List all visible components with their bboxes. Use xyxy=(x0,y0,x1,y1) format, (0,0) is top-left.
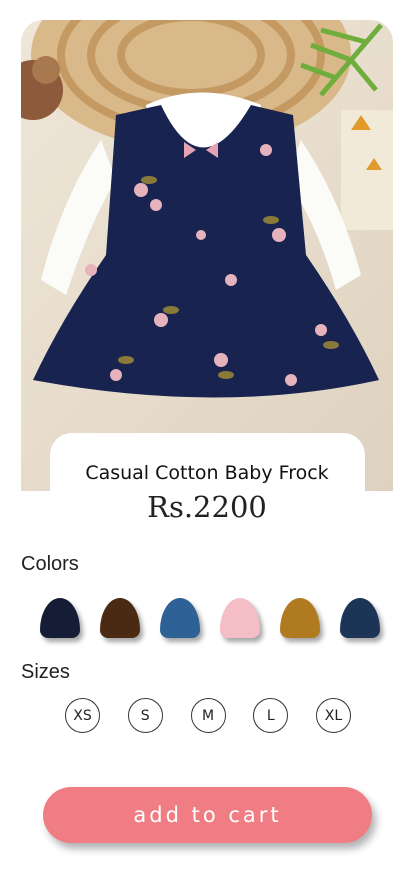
product-title: Casual Cotton Baby Frock xyxy=(85,462,329,484)
sizes-heading: Sizes xyxy=(21,661,70,683)
size-option-s[interactable]: S xyxy=(127,698,163,733)
size-option-l[interactable]: L xyxy=(253,698,289,733)
colors-heading: Colors xyxy=(21,553,79,575)
color-swatch[interactable] xyxy=(160,598,200,638)
color-swatch[interactable] xyxy=(340,598,380,638)
color-swatch-list xyxy=(40,598,380,642)
product-image xyxy=(21,20,393,491)
color-swatch[interactable] xyxy=(280,598,320,638)
size-option-m[interactable]: M xyxy=(190,698,226,733)
add-to-cart-button[interactable]: add to cart xyxy=(43,787,372,843)
size-option-xl[interactable]: XL xyxy=(316,698,351,733)
baby-frock-photo xyxy=(21,20,393,398)
size-option-list: XS S M L XL xyxy=(65,698,351,734)
color-swatch[interactable] xyxy=(100,598,140,638)
color-swatch[interactable] xyxy=(40,598,80,638)
size-option-xs[interactable]: XS xyxy=(65,698,100,733)
color-swatch[interactable] xyxy=(220,598,260,638)
product-price: Rs.2200 xyxy=(147,490,267,524)
